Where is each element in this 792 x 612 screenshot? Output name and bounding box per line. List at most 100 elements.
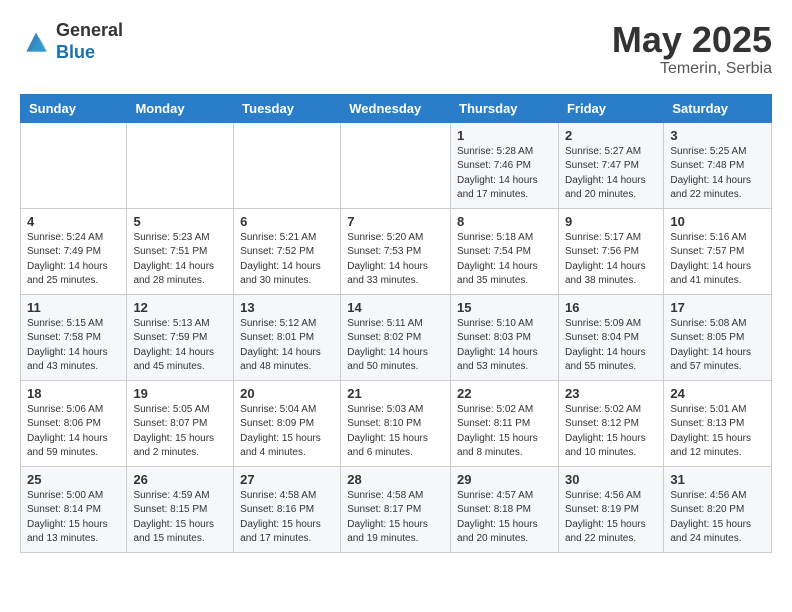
day-cell: 3Sunrise: 5:25 AM Sunset: 7:48 PM Daylig…: [664, 122, 772, 208]
calendar-table: SundayMondayTuesdayWednesdayThursdayFrid…: [20, 94, 772, 553]
week-row-3: 11 Sunrise: 5:15 AM Sunset: 7:58 PM Dayli…: [21, 294, 772, 380]
day-header-friday: Friday: [558, 94, 663, 122]
day-info: Sunrise: 5:20 AM Sunset: 7:53 PM Dayligh…: [347, 231, 444, 289]
day-cell: 17Sunrise: 5:08 AM Sunset: 8:05 PM Dayli…: [664, 294, 772, 380]
day-cell: 11 Sunrise: 5:15 AM Sunset: 7:58 PM Dayli…: [21, 294, 127, 380]
day-number: 25: [27, 472, 120, 487]
logo-blue: Blue: [56, 42, 123, 64]
day-number: 19: [133, 386, 227, 401]
day-info: Sunrise: 4:58 AM Sunset: 8:16 PM Dayligh…: [240, 489, 334, 547]
day-header-thursday: Thursday: [451, 94, 559, 122]
day-header-monday: Monday: [127, 94, 234, 122]
day-cell: 8Sunrise: 5:18 AM Sunset: 7:54 PM Daylig…: [451, 208, 559, 294]
day-number: 20: [240, 386, 334, 401]
day-info: Sunrise: 5:05 AM Sunset: 8:07 PM Dayligh…: [133, 403, 227, 461]
day-info: Sunrise: 5:09 AM Sunset: 8:04 PM Dayligh…: [565, 317, 657, 375]
day-number: 31: [670, 472, 765, 487]
day-cell: 16 Sunrise: 5:09 AM Sunset: 8:04 PM Dayli…: [558, 294, 663, 380]
day-info: Sunrise: 5:00 AM Sunset: 8:14 PM Dayligh…: [27, 489, 120, 547]
day-cell: 31 Sunrise: 4:56 AM Sunset: 8:20 PM Dayli…: [664, 466, 772, 552]
day-cell: 30 Sunrise: 4:56 AM Sunset: 8:19 PM Dayli…: [558, 466, 663, 552]
day-info: Sunrise: 4:58 AM Sunset: 8:17 PM Dayligh…: [347, 489, 444, 547]
title-block: May 2025 Temerin, Serbia: [612, 20, 772, 78]
day-info: Sunrise: 5:04 AM Sunset: 8:09 PM Dayligh…: [240, 403, 334, 461]
week-row-2: 4 Sunrise: 5:24 AM Sunset: 7:49 PM Daylig…: [21, 208, 772, 294]
day-cell: 13 Sunrise: 5:12 AM Sunset: 8:01 PM Dayli…: [234, 294, 341, 380]
location: Temerin, Serbia: [612, 60, 772, 78]
day-info: Sunrise: 4:56 AM Sunset: 8:19 PM Dayligh…: [565, 489, 657, 547]
day-info: Sunrise: 5:06 AM Sunset: 8:06 PM Dayligh…: [27, 403, 120, 461]
day-number: 24: [670, 386, 765, 401]
logo-general: General: [56, 20, 123, 42]
day-number: 8: [457, 214, 552, 229]
day-number: 27: [240, 472, 334, 487]
day-info: Sunrise: 5:12 AM Sunset: 8:01 PM Dayligh…: [240, 317, 334, 375]
day-cell: 9 Sunrise: 5:17 AM Sunset: 7:56 PM Daylig…: [558, 208, 663, 294]
day-header-saturday: Saturday: [664, 94, 772, 122]
day-cell: [21, 122, 127, 208]
day-cell: 23Sunrise: 5:02 AM Sunset: 8:12 PM Dayli…: [558, 380, 663, 466]
day-cell: 6Sunrise: 5:21 AM Sunset: 7:52 PM Daylig…: [234, 208, 341, 294]
day-headers-row: SundayMondayTuesdayWednesdayThursdayFrid…: [21, 94, 772, 122]
day-number: 21: [347, 386, 444, 401]
day-cell: 4 Sunrise: 5:24 AM Sunset: 7:49 PM Daylig…: [21, 208, 127, 294]
day-cell: 24 Sunrise: 5:01 AM Sunset: 8:13 PM Dayli…: [664, 380, 772, 466]
logo: General Blue: [20, 20, 123, 63]
day-info: Sunrise: 5:17 AM Sunset: 7:56 PM Dayligh…: [565, 231, 657, 289]
day-cell: 21 Sunrise: 5:03 AM Sunset: 8:10 PM Dayli…: [341, 380, 451, 466]
day-cell: 29Sunrise: 4:57 AM Sunset: 8:18 PM Dayli…: [451, 466, 559, 552]
day-info: Sunrise: 5:02 AM Sunset: 8:11 PM Dayligh…: [457, 403, 552, 461]
day-cell: [341, 122, 451, 208]
day-info: Sunrise: 4:56 AM Sunset: 8:20 PM Dayligh…: [670, 489, 765, 547]
day-number: 13: [240, 300, 334, 315]
day-cell: 5Sunrise: 5:23 AM Sunset: 7:51 PM Daylig…: [127, 208, 234, 294]
logo-text: General Blue: [56, 20, 123, 63]
month-year: May 2025: [612, 20, 772, 60]
day-number: 4: [27, 214, 120, 229]
day-number: 2: [565, 128, 657, 143]
day-info: Sunrise: 5:10 AM Sunset: 8:03 PM Dayligh…: [457, 317, 552, 375]
day-cell: 15Sunrise: 5:10 AM Sunset: 8:03 PM Dayli…: [451, 294, 559, 380]
day-info: Sunrise: 5:03 AM Sunset: 8:10 PM Dayligh…: [347, 403, 444, 461]
day-number: 14: [347, 300, 444, 315]
day-header-sunday: Sunday: [21, 94, 127, 122]
day-number: 18: [27, 386, 120, 401]
day-number: 22: [457, 386, 552, 401]
day-number: 16: [565, 300, 657, 315]
day-cell: 12Sunrise: 5:13 AM Sunset: 7:59 PM Dayli…: [127, 294, 234, 380]
day-info: Sunrise: 5:15 AM Sunset: 7:58 PM Dayligh…: [27, 317, 120, 375]
day-info: Sunrise: 5:01 AM Sunset: 8:13 PM Dayligh…: [670, 403, 765, 461]
day-number: 17: [670, 300, 765, 315]
day-cell: [127, 122, 234, 208]
day-number: 28: [347, 472, 444, 487]
day-info: Sunrise: 5:27 AM Sunset: 7:47 PM Dayligh…: [565, 145, 657, 203]
day-info: Sunrise: 4:59 AM Sunset: 8:15 PM Dayligh…: [133, 489, 227, 547]
day-number: 26: [133, 472, 227, 487]
day-number: 5: [133, 214, 227, 229]
day-info: Sunrise: 5:11 AM Sunset: 8:02 PM Dayligh…: [347, 317, 444, 375]
day-number: 12: [133, 300, 227, 315]
day-number: 11: [27, 300, 120, 315]
day-number: 1: [457, 128, 552, 143]
day-number: 29: [457, 472, 552, 487]
day-cell: [234, 122, 341, 208]
day-cell: 25 Sunrise: 5:00 AM Sunset: 8:14 PM Dayli…: [21, 466, 127, 552]
day-cell: 26 Sunrise: 4:59 AM Sunset: 8:15 PM Dayli…: [127, 466, 234, 552]
day-cell: 27 Sunrise: 4:58 AM Sunset: 8:16 PM Dayli…: [234, 466, 341, 552]
day-number: 6: [240, 214, 334, 229]
day-number: 3: [670, 128, 765, 143]
day-number: 23: [565, 386, 657, 401]
day-number: 9: [565, 214, 657, 229]
day-info: Sunrise: 5:16 AM Sunset: 7:57 PM Dayligh…: [670, 231, 765, 289]
day-header-tuesday: Tuesday: [234, 94, 341, 122]
day-header-wednesday: Wednesday: [341, 94, 451, 122]
logo-icon: [20, 26, 52, 58]
day-info: Sunrise: 5:24 AM Sunset: 7:49 PM Dayligh…: [27, 231, 120, 289]
week-row-4: 18 Sunrise: 5:06 AM Sunset: 8:06 PM Dayli…: [21, 380, 772, 466]
day-cell: 20 Sunrise: 5:04 AM Sunset: 8:09 PM Dayli…: [234, 380, 341, 466]
day-cell: 22 Sunrise: 5:02 AM Sunset: 8:11 PM Dayli…: [451, 380, 559, 466]
day-number: 7: [347, 214, 444, 229]
day-cell: 18 Sunrise: 5:06 AM Sunset: 8:06 PM Dayli…: [21, 380, 127, 466]
day-cell: 7 Sunrise: 5:20 AM Sunset: 7:53 PM Daylig…: [341, 208, 451, 294]
day-number: 30: [565, 472, 657, 487]
